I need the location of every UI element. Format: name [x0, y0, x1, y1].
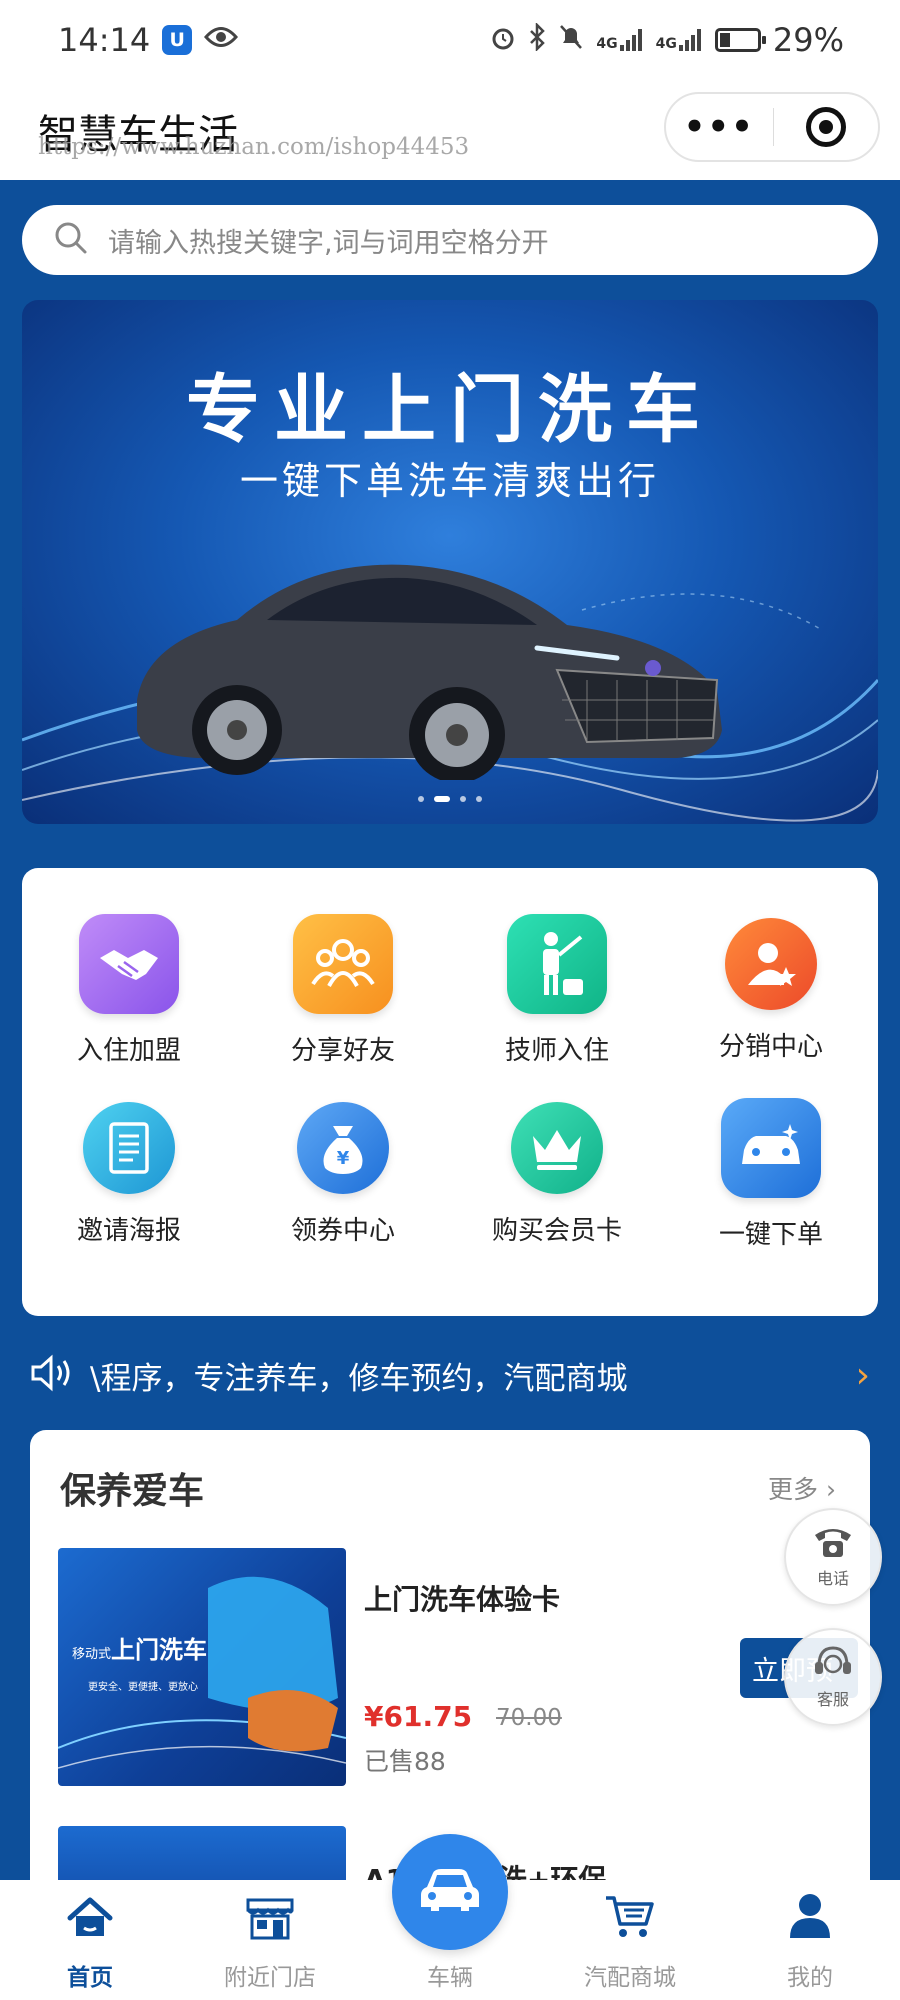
menu-label: 分销中心	[718, 1032, 823, 1062]
menu-label: 入住加盟	[76, 1036, 181, 1066]
more-link[interactable]: 更多 ›	[768, 1470, 836, 1506]
battery-icon	[714, 28, 766, 52]
car-order-icon	[721, 1098, 821, 1198]
handshake-icon	[79, 914, 179, 1014]
search-icon	[54, 221, 88, 259]
notice-bar[interactable]: \程序，专注养车，修车预约，汽配商城 ›	[30, 1350, 870, 1400]
tab-label: 我的	[787, 1965, 833, 1991]
menu-label: 购买会员卡	[491, 1216, 622, 1246]
status-bar: 14:14 U 4G 4G 29%	[0, 0, 900, 80]
banner-subtitle: 一键下单洗车清爽出行	[239, 459, 660, 503]
search-placeholder: 请输入热搜关键字,词与词用空格分开	[108, 227, 549, 259]
signal-icon-1: 4G	[596, 29, 643, 51]
tab-label: 车辆	[427, 1965, 473, 1991]
product-image-art	[58, 1576, 346, 1769]
status-time: 14:14	[58, 21, 151, 59]
service-label: 客服	[816, 1690, 849, 1709]
promo-banner[interactable]: 专业上门洗车 一键下单洗车清爽出行	[22, 300, 878, 824]
bluetooth-icon	[528, 21, 546, 59]
banner-dot[interactable]	[460, 796, 466, 802]
tab-mine[interactable]: 我的	[720, 1880, 900, 2000]
phone-label: 电话	[816, 1569, 849, 1588]
menu-label: 技师入住	[504, 1036, 609, 1066]
more-dots-icon[interactable]: •••	[666, 107, 773, 147]
menu-item-membership[interactable]: 购买会员卡	[450, 1098, 664, 1282]
section-title: 保养爱车	[60, 1471, 205, 1512]
notice-text: \程序，专注养车，修车预约，汽配商城	[90, 1360, 628, 1397]
alarm-icon	[490, 21, 516, 59]
service-float-button[interactable]: 客服	[784, 1628, 882, 1726]
watermark: https://www.huzhan.com/ishop44453	[38, 134, 470, 160]
mute-bell-icon	[558, 21, 584, 59]
car-icon	[417, 1865, 483, 1919]
tab-nearby-stores[interactable]: 附近门店	[180, 1880, 360, 2000]
tab-label: 附近门店	[224, 1965, 316, 1991]
app-notification-icon: U	[162, 25, 193, 55]
status-right: 4G 4G 29%	[490, 21, 844, 59]
menu-label: 一键下单	[718, 1220, 823, 1250]
signal-icon-2: 4G	[656, 29, 703, 51]
svg-text:¥: ¥	[337, 1148, 350, 1169]
title-bar: 智慧车生活 https://www.huzhan.com/ishop44453 …	[0, 80, 900, 180]
menu-item-join[interactable]: 入住加盟	[22, 914, 236, 1098]
cart-icon	[604, 1894, 656, 1944]
friends-icon	[293, 914, 393, 1014]
menu-item-coupons[interactable]: ¥ 领券中心	[236, 1098, 450, 1282]
chevron-right-icon: ›	[826, 1475, 836, 1504]
user-icon	[788, 1892, 832, 1944]
search-input[interactable]: 请输入热搜关键字,词与词用空格分开	[22, 205, 878, 275]
menu-item-poster[interactable]: 邀请海报	[22, 1098, 236, 1282]
speaker-icon	[30, 1353, 74, 1397]
tab-parts-mall[interactable]: 汽配商城	[540, 1880, 720, 2000]
product-image-subtitle: 更安全、更便捷、更放心	[88, 1682, 198, 1693]
tab-label: 汽配商城	[584, 1965, 676, 1991]
menu-item-distribution[interactable]: 分销中心	[664, 914, 878, 1098]
product-sold-count: 已售88	[364, 1747, 446, 1776]
more-link-label: 更多	[768, 1475, 819, 1504]
banner-pagination	[22, 796, 878, 802]
mini-program-capsule: •••	[664, 92, 880, 162]
product-price: ¥61.75	[364, 1700, 473, 1733]
tab-label: 首页	[67, 1965, 113, 1991]
menu-label: 分享好友	[290, 1036, 395, 1066]
banner-dot[interactable]	[418, 796, 424, 802]
tab-home[interactable]: 首页	[0, 1880, 180, 2000]
store-icon	[245, 1896, 295, 1944]
distribution-icon	[725, 918, 817, 1010]
crown-icon	[511, 1102, 603, 1194]
eye-icon	[204, 25, 239, 55]
menu-label: 领券中心	[290, 1216, 395, 1246]
vehicle-center-button[interactable]	[392, 1834, 508, 1950]
home-icon	[66, 1896, 114, 1944]
status-left: 14:14 U	[58, 21, 239, 59]
product-image: 移动式上门洗车 更安全、更便捷、更放心	[58, 1548, 346, 1786]
car-illustration	[137, 564, 722, 780]
menu-item-share[interactable]: 分享好友	[236, 914, 450, 1098]
product-card[interactable]: 移动式上门洗车 更安全、更便捷、更放心 上门洗车体验卡 ¥61.75 70.00…	[58, 1548, 858, 1788]
close-mini-program-button[interactable]	[773, 107, 878, 147]
product-image-title: 移动式上门洗车	[72, 1636, 208, 1664]
banner-dot[interactable]	[434, 796, 450, 802]
menu-label: 邀请海报	[76, 1216, 181, 1246]
quick-menu-grid: 入住加盟 分享好友 技师入住 分销中心 邀请海报 ¥ 领券中心 购买会员卡 一键…	[22, 868, 878, 1316]
menu-item-quick-order[interactable]: 一键下单	[664, 1098, 878, 1282]
menu-item-technician[interactable]: 技师入住	[450, 914, 664, 1098]
battery-percent: 29%	[772, 21, 844, 59]
phone-float-button[interactable]: 电话	[784, 1508, 882, 1606]
banner-title: 专业上门洗车	[186, 367, 714, 453]
headset-icon	[811, 1644, 855, 1684]
coupon-bag-icon: ¥	[297, 1102, 389, 1194]
phone-icon	[811, 1525, 855, 1563]
target-icon	[805, 107, 846, 147]
product-original-price: 70.00	[496, 1705, 562, 1731]
poster-icon	[83, 1102, 175, 1194]
chevron-right-icon: ›	[855, 1354, 870, 1396]
banner-dot[interactable]	[476, 796, 482, 802]
technician-icon	[507, 914, 607, 1014]
product-name: 上门洗车体验卡	[364, 1583, 561, 1616]
